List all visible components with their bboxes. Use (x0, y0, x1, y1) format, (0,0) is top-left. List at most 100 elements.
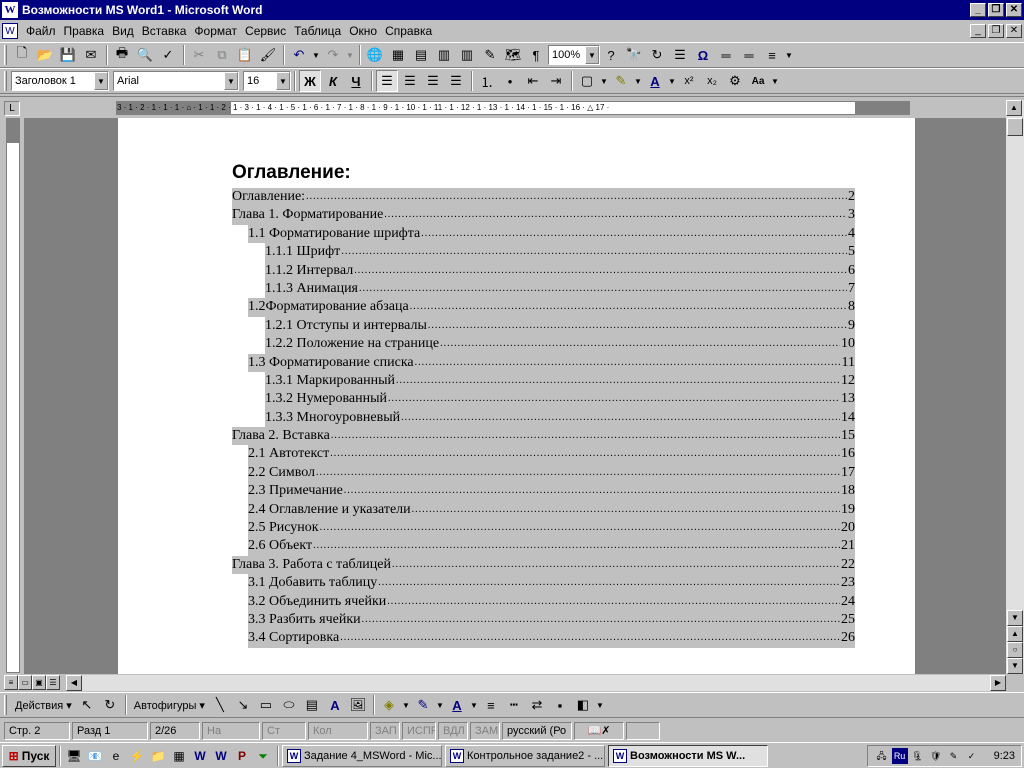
font-size-select[interactable]: 16 ▼ (243, 71, 291, 91)
dash-style-icon[interactable]: ┅ (503, 694, 525, 716)
save-icon[interactable]: 💾 (57, 44, 79, 66)
document-page[interactable]: Оглавление: Оглавление: 2 Глава 1. Формати… (118, 118, 915, 674)
insert-excel-icon[interactable]: ▥ (433, 44, 455, 66)
font-color-dropdown-icon[interactable]: ▼ (469, 694, 479, 716)
word-app-icon[interactable]: W (2, 2, 18, 18)
shadow-icon[interactable]: ▪ (549, 694, 571, 716)
underline-button[interactable]: Ч (345, 70, 367, 92)
scroll-thumb[interactable] (1007, 118, 1023, 136)
free-rotate-icon[interactable]: ↻ (99, 694, 121, 716)
word-doc-icon[interactable]: W (211, 746, 231, 766)
tool-icon[interactable]: ✎ (946, 748, 962, 764)
font-color-dropdown-icon[interactable]: ▼ (667, 70, 677, 92)
more-buttons-icon[interactable]: ▼ (784, 44, 794, 66)
actions-menu[interactable]: Действия ▾ (11, 699, 76, 712)
hyperlink-icon[interactable]: 🌐 (364, 44, 386, 66)
spelling-status-icon[interactable]: 📖✗ (574, 722, 624, 740)
toc-entry[interactable]: 2.6 Объект 21 (248, 537, 855, 556)
print-layout-icon[interactable]: ▣ (32, 675, 46, 690)
toc-entry[interactable]: 3.4 Сортировка 26 (248, 629, 855, 648)
spelling-icon[interactable]: ✓ (157, 44, 179, 66)
vertical-ruler[interactable] (4, 118, 22, 673)
align-center-icon[interactable]: ☰ (399, 70, 421, 92)
taskbar-button-task2[interactable]: W Контрольное задание2 - ... (445, 744, 605, 767)
taskbar-button-task1[interactable]: W Задание 4_MSWord - Mic... (282, 744, 442, 767)
style-select[interactable]: Заголовок 1 ▼ (11, 71, 109, 91)
toc-entry[interactable]: 2.3 Примечание 18 (248, 482, 855, 501)
show-hide-icon[interactable]: ¶ (525, 44, 547, 66)
font-select[interactable]: Arial ▼ (113, 71, 239, 91)
tables-borders-icon[interactable]: ▦ (387, 44, 409, 66)
doc-minimize-button[interactable]: _ (970, 23, 986, 38)
font-size-dropdown-icon[interactable]: ▼ (276, 72, 290, 90)
menu-table[interactable]: Таблица (290, 24, 345, 38)
menu-edit[interactable]: Правка (60, 24, 109, 38)
toc-entry[interactable]: 1.2.2 Положение на странице 10 (265, 335, 855, 354)
funnel-icon[interactable]: ⏷ (253, 746, 273, 766)
send-mail-icon[interactable]: ✉ (80, 44, 102, 66)
redo-icon[interactable]: ↷ (322, 44, 344, 66)
find-icon[interactable]: 🔭 (623, 44, 645, 66)
clock[interactable]: 9:23 (994, 750, 1015, 762)
undo-dropdown-icon[interactable]: ▼ (311, 44, 321, 66)
justify-icon[interactable]: ☰ (445, 70, 467, 92)
browse-object-icon[interactable]: ○ (1007, 642, 1023, 658)
select-objects-icon[interactable]: ↖ (76, 694, 98, 716)
arrow-style-icon[interactable]: ⇄ (526, 694, 548, 716)
insert-rows-icon[interactable]: ☰ (669, 44, 691, 66)
horizontal-line-icon[interactable]: ═ (715, 44, 737, 66)
font-color-icon[interactable]: A (446, 694, 468, 716)
doc-close-button[interactable]: ✕ (1006, 23, 1022, 38)
toc-entry[interactable]: 2.2 Символ 17 (248, 463, 855, 483)
table-of-contents[interactable]: Оглавление:2Глава 1. Форматирование31.1 … (232, 188, 855, 648)
redo-dropdown-icon[interactable]: ▼ (345, 44, 355, 66)
change-case-icon[interactable]: Aa (747, 70, 769, 92)
subscript-icon[interactable]: x₂ (701, 70, 723, 92)
web-view-icon[interactable]: ▭ (18, 675, 32, 690)
arrow-icon[interactable]: ↘ (232, 694, 254, 716)
toc-entry[interactable]: 1.1 Форматирование шрифта 4 (248, 224, 855, 244)
rectangle-icon[interactable]: ▭ (255, 694, 277, 716)
line-color-icon[interactable]: ✎ (412, 694, 434, 716)
print-preview-icon[interactable]: 🔍 (134, 44, 156, 66)
toc-entry[interactable]: Оглавление: 2 (232, 188, 855, 207)
next-page-icon[interactable]: ▼ (1007, 658, 1023, 674)
scroll-down-icon[interactable]: ▼ (1007, 610, 1023, 626)
print-icon[interactable]: 🖶 (111, 44, 133, 66)
fill-color-dropdown-icon[interactable]: ▼ (401, 694, 411, 716)
wordart-icon[interactable]: A (324, 694, 346, 716)
toc-entry[interactable]: 1.3.3 Многоуровневый 14 (265, 408, 855, 428)
insert-table-icon[interactable]: ▤ (410, 44, 432, 66)
list-icon[interactable]: ≡ (761, 44, 783, 66)
toc-entry[interactable]: 3.1 Добавить таблицу 23 (248, 574, 855, 593)
horizontal-ruler[interactable]: L 3 · 1 · 2 · 1 · 1 · 1 · ⌂ · 1 · 1 · 2 … (0, 96, 1024, 118)
highlight-icon[interactable]: ✎ (610, 70, 632, 92)
vertical-scrollbar[interactable]: ▲ ▼ ▲ ○ ▼ (1006, 100, 1024, 674)
toc-entry[interactable]: 1.3.1 Маркированный 12 (265, 371, 855, 391)
outlook-icon[interactable]: 📧 (85, 746, 105, 766)
menu-help[interactable]: Справка (381, 24, 436, 38)
toc-entry[interactable]: 2.1 Автотекст 16 (248, 445, 855, 464)
oval-icon[interactable]: ⬭ (278, 694, 300, 716)
autoshapes-menu[interactable]: Автофигуры ▾ (130, 699, 209, 712)
borders-icon[interactable]: ▢ (576, 70, 598, 92)
word-icon[interactable]: W (190, 746, 210, 766)
antivirus-icon[interactable]: 🛡 (928, 748, 944, 764)
start-button[interactable]: ⊞ Пуск (2, 744, 56, 767)
document-map-icon[interactable]: 🗺 (502, 44, 524, 66)
desktop-icon[interactable]: 🖥 (64, 746, 84, 766)
folder-icon[interactable]: 📁 (148, 746, 168, 766)
internet-explorer-icon[interactable]: e (106, 746, 126, 766)
font-color-icon[interactable]: A (644, 70, 666, 92)
bold-button[interactable]: Ж (299, 70, 321, 92)
ruler-track[interactable]: 3 · 1 · 2 · 1 · 1 · 1 · ⌂ · 1 · 1 · 2 · … (116, 101, 910, 115)
undo-icon[interactable]: ↶ (288, 44, 310, 66)
status-rec[interactable]: ЗАП (370, 722, 400, 740)
menu-insert[interactable]: Вставка (138, 24, 191, 38)
toolbar-grip[interactable] (4, 695, 7, 715)
bullets-icon[interactable]: • (499, 70, 521, 92)
clipart-icon[interactable]: 🖼 (347, 694, 369, 716)
zip-icon[interactable]: 🗜 (910, 748, 926, 764)
check-icon[interactable]: ✓ (964, 748, 980, 764)
scroll-right-icon[interactable]: ▶ (990, 675, 1006, 691)
